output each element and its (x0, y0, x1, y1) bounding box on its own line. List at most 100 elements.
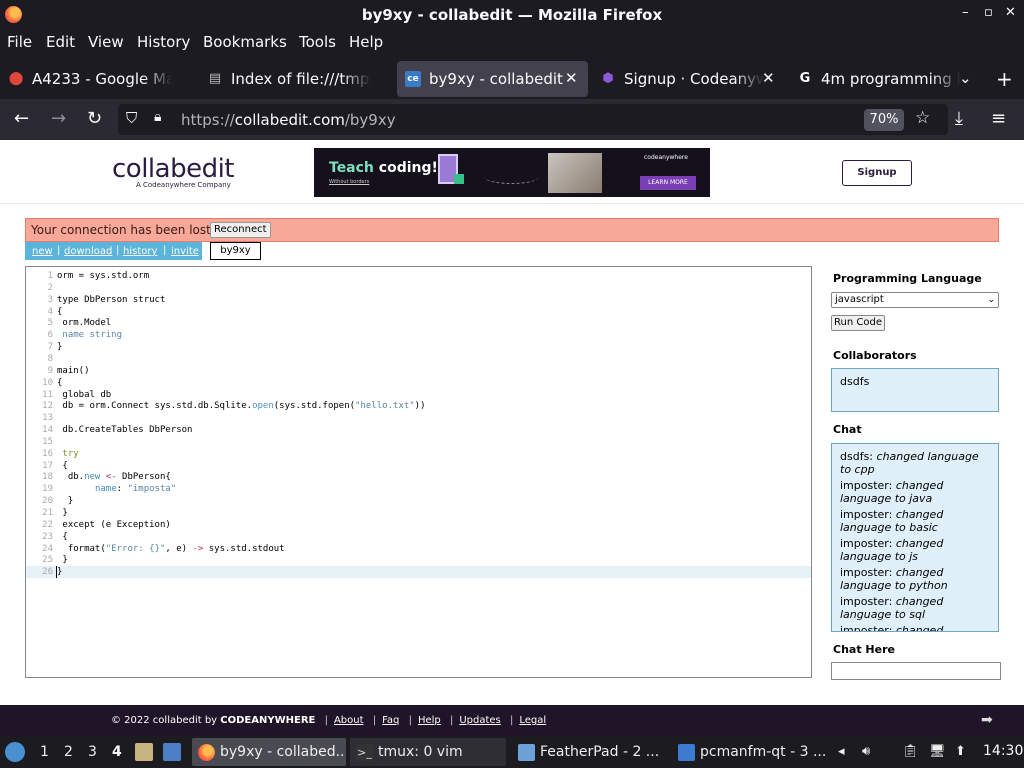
code-line[interactable]: 12 db = orm.Connect sys.std.db.Sqlite.op… (26, 400, 811, 412)
download-link[interactable]: download (64, 246, 112, 257)
code-line[interactable]: 25 } (26, 554, 811, 566)
code-line[interactable]: 7} (26, 341, 811, 353)
code-line[interactable]: 1 orm = sys.std.orm (26, 270, 811, 282)
clipboard-icon[interactable]: 📋︎ (902, 744, 919, 759)
close-tab-icon[interactable]: ✕ (565, 69, 578, 87)
shield-icon[interactable]: ⛉ (126, 109, 137, 127)
code-line[interactable]: 19 name: "imposta" (26, 483, 811, 495)
lock-icon[interactable]: 🔒︎ (154, 109, 161, 125)
chat-message: imposter: changed language to basic (840, 508, 944, 534)
network-icon[interactable]: 🖥︎ (929, 744, 946, 759)
code-text: { (57, 531, 68, 542)
legal-link[interactable]: Legal (519, 715, 546, 726)
code-line[interactable]: 5 orm.Model (26, 317, 811, 329)
history-link[interactable]: history (123, 246, 157, 257)
app-menu-icon[interactable]: ≡ (991, 109, 1006, 129)
workspace-3[interactable]: 3 (88, 744, 97, 760)
task-firefox[interactable]: by9xy - collabed... (192, 738, 346, 766)
url-text[interactable]: https://collabedit.com/by9xy (181, 111, 396, 129)
url-bar[interactable]: ⛉ 🔒︎ https://collabedit.com/by9xy 70% ☆ (118, 104, 948, 135)
desktop-launcher-icon[interactable] (163, 743, 181, 761)
run-code-button[interactable]: Run Code (831, 315, 885, 331)
code-line[interactable]: 6 name string (26, 329, 811, 341)
chat-log[interactable]: dsdfs: changed language to cpp imposter: … (831, 443, 999, 632)
forward-button[interactable]: → (51, 109, 66, 129)
tab-index-of-tmp[interactable]: ▤ Index of file:///tmp/ (199, 61, 395, 97)
code-line[interactable]: 15 (26, 436, 811, 448)
chat-input[interactable] (831, 662, 1001, 680)
code-line[interactable]: 13 (26, 412, 811, 424)
chevron-down-icon: ⌄ (987, 295, 995, 305)
updates-link[interactable]: Updates (459, 715, 500, 726)
language-select[interactable]: javascript ⌄ (831, 292, 999, 308)
line-number: 22 (42, 519, 53, 530)
menu-help[interactable]: Help (349, 33, 383, 51)
faq-link[interactable]: Faq (382, 715, 399, 726)
bookmark-star-icon[interactable]: ☆ (915, 108, 930, 128)
task-featherpad[interactable]: FeatherPad - 2 ... (512, 738, 668, 766)
code-editor[interactable]: 1 orm = sys.std.orm 2 3 type DbPerson struct… (25, 266, 812, 678)
tab-google-maps[interactable]: ⬤ A4233 - Google Ma (0, 61, 196, 97)
menu-bookmarks[interactable]: Bookmarks (203, 33, 287, 51)
downloads-icon[interactable]: ⤓ (955, 109, 963, 129)
code-line[interactable]: 18 db.new <- DbPerson{ (26, 471, 811, 483)
tab-codeanywhere-signup[interactable]: ⬢ Signup · Codeanyw ✕ (592, 61, 788, 97)
code-line[interactable]: 14 db.CreateTables DbPerson (26, 424, 811, 436)
code-line[interactable]: 21 } (26, 507, 811, 519)
about-link[interactable]: About (334, 715, 364, 726)
code-line[interactable]: 2 (26, 282, 811, 294)
advertisement-banner[interactable]: Teach coding! Without borders codeanywhe… (314, 148, 710, 197)
workspace-1[interactable]: 1 (40, 744, 49, 760)
collabedit-logo[interactable]: collabedit A Codeanywhere Company (112, 154, 235, 189)
menu-file[interactable]: File (7, 33, 32, 51)
task-pcmanfm[interactable]: pcmanfm-qt - 3 ... (672, 738, 828, 766)
code-line[interactable]: 23 { (26, 531, 811, 543)
task-tmux[interactable]: >_ tmux: 0 vim (350, 738, 506, 766)
code-line[interactable]: 10 { (26, 377, 811, 389)
close-window-button[interactable]: ✕ (1005, 5, 1016, 20)
code-line[interactable]: 22 except (e Exception) (26, 519, 811, 531)
close-tab-icon[interactable]: ✕ (762, 69, 775, 87)
arrow-right-icon[interactable]: ➡ (981, 712, 993, 728)
zoom-indicator[interactable]: 70% (864, 109, 904, 131)
code-line[interactable]: 3 type DbPerson struct (26, 294, 811, 306)
back-button[interactable]: ← (14, 109, 29, 129)
code-line[interactable]: 9 main() (26, 365, 811, 377)
clock[interactable]: 14:30 (983, 743, 1023, 759)
code-line[interactable]: 17 { (26, 460, 811, 472)
new-link[interactable]: new (32, 246, 53, 257)
code-line[interactable]: 16 try (26, 448, 811, 460)
ad-learn-more-button[interactable]: LEARN MORE (640, 176, 696, 190)
menu-edit[interactable]: Edit (46, 33, 75, 51)
invite-link[interactable]: invite (171, 246, 199, 257)
volume-icon[interactable]: 🔊︎ (862, 744, 870, 759)
minimize-button[interactable]: – (962, 5, 969, 20)
help-link[interactable]: Help (418, 715, 441, 726)
workspace-2[interactable]: 2 (64, 744, 73, 760)
code-line[interactable]: 20 } (26, 495, 811, 507)
menu-tools[interactable]: Tools (299, 33, 336, 51)
tab-google-search[interactable]: G 4m programming l ⌄ (789, 61, 985, 97)
new-tab-button[interactable]: + (996, 67, 1013, 91)
code-line[interactable]: 26} (26, 566, 811, 579)
code-line[interactable]: 8 (26, 353, 811, 365)
reconnect-button[interactable]: Reconnect (210, 222, 271, 238)
tab-list-icon[interactable]: ⌄ (959, 69, 972, 87)
terminal-icon: >_ (356, 744, 373, 761)
file-manager-launcher-icon[interactable] (135, 743, 153, 761)
tray-collapse-icon[interactable]: ◂ (838, 744, 845, 759)
reload-button[interactable]: ↻ (87, 109, 102, 129)
start-menu-icon[interactable] (5, 742, 25, 762)
menu-view[interactable]: View (88, 33, 124, 51)
code-line[interactable]: 24 format("Error: {}", e) -> sys.std.std… (26, 543, 811, 555)
workspace-4[interactable]: 4 (112, 744, 122, 760)
document-name-tab[interactable]: by9xy (210, 242, 261, 260)
update-notifier-icon[interactable]: ⬆ (955, 744, 966, 759)
site-header: collabedit A Codeanywhere Company Teach … (0, 140, 1024, 204)
code-line[interactable]: 4{ (26, 306, 811, 318)
code-line[interactable]: 11 global db (26, 389, 811, 401)
menu-history[interactable]: History (137, 33, 190, 51)
signup-button[interactable]: Signup (842, 160, 912, 186)
maximize-button[interactable]: ▫ (984, 5, 993, 20)
tab-collabedit[interactable]: ce by9xy - collabedit ✕ (397, 61, 588, 97)
